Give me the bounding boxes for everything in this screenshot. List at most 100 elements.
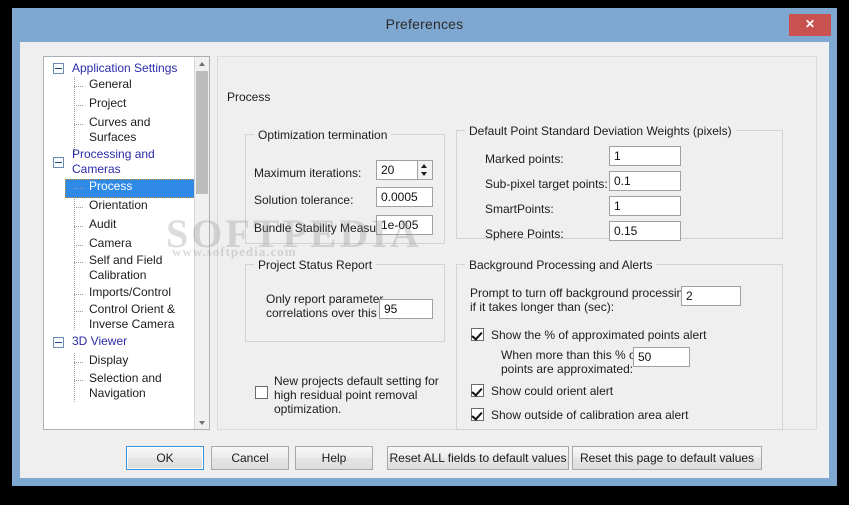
high-residual-label-line3: optimization. — [274, 402, 342, 416]
subpixel-target-points-input[interactable] — [609, 171, 681, 191]
tree-connector — [74, 262, 84, 263]
high-residual-label-line1: New projects default setting for — [274, 374, 439, 388]
tree-item-label: Processing and Cameras — [72, 147, 155, 176]
approximated-points-alert-checkbox[interactable] — [471, 328, 484, 341]
tree-item-general[interactable]: General — [44, 77, 132, 96]
tree-item-label: 3D Viewer — [72, 334, 128, 348]
expander-icon[interactable] — [53, 337, 64, 348]
tree-item-selection-and-navigation[interactable]: Selection and Navigation — [44, 371, 169, 403]
subpixel-target-points-label: Sub-pixel target points: — [485, 177, 608, 191]
expander-icon[interactable] — [53, 63, 64, 74]
smartpoints-input[interactable] — [609, 196, 681, 216]
could-orient-alert-checkbox[interactable] — [471, 384, 484, 397]
tree-item-application-settings[interactable]: Application Settings — [44, 61, 177, 77]
tree-connector — [74, 245, 84, 246]
tree-connector — [74, 311, 84, 312]
tree-item-label: Camera — [89, 236, 132, 250]
solution-tolerance-input[interactable] — [376, 187, 433, 207]
expander-icon[interactable] — [53, 157, 64, 168]
scroll-down-icon[interactable] — [195, 416, 209, 429]
group-title: Default Point Standard Deviation Weights… — [465, 124, 736, 138]
tree-item-self-and-field-calibration[interactable]: Self and Field Calibration — [44, 253, 169, 285]
tree-connector — [74, 380, 84, 381]
reset-this-page-button[interactable]: Reset this page to default values — [572, 446, 762, 470]
reset-all-fields-button[interactable]: Reset ALL fields to default values — [387, 446, 569, 470]
tree-item-label: Control Orient & Inverse Camera — [89, 302, 176, 331]
dialog-client-area: Application Settings General Project Cur… — [20, 42, 829, 478]
tree-item-orientation[interactable]: Orientation — [44, 198, 148, 217]
tree-item-label: Selection and Navigation — [89, 371, 162, 400]
group-title: Background Processing and Alerts — [465, 258, 657, 272]
tree-connector — [74, 362, 84, 363]
tree-item-audit[interactable]: Audit — [44, 217, 116, 236]
high-residual-removal-row: New projects default setting for high re… — [245, 372, 445, 422]
tree-item-label: General — [89, 77, 132, 91]
sphere-points-label: Sphere Points: — [485, 227, 564, 241]
tree-connector — [74, 207, 84, 208]
scroll-up-icon[interactable] — [195, 57, 209, 70]
group-default-point-weights: Default Point Standard Deviation Weights… — [456, 124, 783, 241]
tree-item-processing-and-cameras[interactable]: Processing and Cameras — [44, 147, 194, 179]
tree-scrollbar-thumb[interactable] — [196, 71, 208, 194]
bundle-stability-input[interactable] — [376, 215, 433, 235]
preferences-dialog: Preferences ✕ Application Settings Gener… — [12, 8, 837, 486]
tree-item-3d-viewer[interactable]: 3D Viewer — [44, 334, 127, 353]
max-iterations-spinner[interactable] — [418, 160, 433, 180]
tree-item-label: Audit — [89, 217, 117, 231]
tree-scrollbar[interactable] — [194, 57, 209, 429]
tree-item-display[interactable]: Display — [44, 353, 128, 372]
correlations-label-line2: correlations over this %: — [266, 306, 395, 320]
tree-connector — [74, 124, 84, 125]
close-button[interactable]: ✕ — [789, 14, 831, 36]
high-residual-label-line2: high residual point removal — [274, 388, 418, 402]
marked-points-input[interactable] — [609, 146, 681, 166]
background-prompt-seconds-input[interactable] — [681, 286, 741, 306]
ok-button[interactable]: OK — [126, 446, 204, 470]
approx-threshold-label-line2: points are approximated: — [501, 362, 634, 376]
close-icon: ✕ — [804, 17, 816, 31]
settings-tree[interactable]: Application Settings General Project Cur… — [43, 56, 210, 430]
tree-item-label: Curves and Surfaces — [89, 115, 151, 144]
approximated-points-alert-label: Show the % of approximated points alert — [491, 328, 707, 342]
group-optimization-termination: Optimization termination Maximum iterati… — [245, 128, 445, 244]
help-button[interactable]: Help — [295, 446, 373, 470]
tree-connector — [74, 86, 84, 87]
tree-connector — [74, 294, 84, 295]
tree-item-label: Process — [89, 179, 133, 193]
max-iterations-input[interactable] — [376, 160, 418, 180]
tree-item-project[interactable]: Project — [44, 96, 126, 115]
max-iterations-label: Maximum iterations: — [254, 166, 362, 180]
tree-item-label: Display — [89, 353, 129, 367]
group-title: Project Status Report — [254, 258, 377, 272]
could-orient-alert-label: Show could orient alert — [491, 384, 614, 398]
background-prompt-label-line2: if it takes longer than (sec): — [470, 300, 615, 314]
title-bar: Preferences ✕ — [12, 8, 837, 42]
tree-connector — [74, 188, 84, 189]
background-prompt-label-line1: Prompt to turn off background processing — [470, 286, 690, 300]
tree-item-control-orient-inverse-camera[interactable]: Control Orient & Inverse Camera — [44, 302, 175, 334]
tree-item-label: Self and Field Calibration — [89, 253, 163, 282]
group-project-status-report: Project Status Report Only report parame… — [245, 258, 445, 342]
outside-calibration-alert-checkbox[interactable] — [471, 408, 484, 421]
group-background-processing-alerts: Background Processing and Alerts Prompt … — [456, 258, 783, 430]
smartpoints-label: SmartPoints: — [485, 202, 554, 216]
tree-connector — [74, 105, 84, 106]
tree-item-label: Project — [89, 96, 127, 110]
window-title: Preferences — [385, 16, 464, 32]
correlations-threshold-input[interactable] — [379, 299, 433, 319]
correlations-label-line1: Only report parameter — [266, 292, 384, 306]
tree-item-process[interactable]: Process — [44, 179, 195, 198]
group-title: Optimization termination — [254, 128, 392, 142]
high-residual-removal-checkbox[interactable] — [255, 386, 268, 399]
page-title: Process — [223, 90, 275, 104]
spinner-down-icon[interactable] — [418, 170, 431, 179]
solution-tolerance-label: Solution tolerance: — [254, 193, 354, 207]
sphere-points-input[interactable] — [609, 221, 681, 241]
tree-item-label: Application Settings — [72, 61, 178, 75]
approx-threshold-label-line1: When more than this % of — [501, 348, 640, 362]
outside-calibration-alert-label: Show outside of calibration area alert — [491, 408, 689, 422]
cancel-button[interactable]: Cancel — [211, 446, 289, 470]
approx-threshold-input[interactable] — [633, 347, 690, 367]
bundle-stability-label: Bundle Stability Measure: — [254, 221, 391, 235]
tree-item-curves-and-surfaces[interactable]: Curves and Surfaces — [44, 115, 164, 147]
